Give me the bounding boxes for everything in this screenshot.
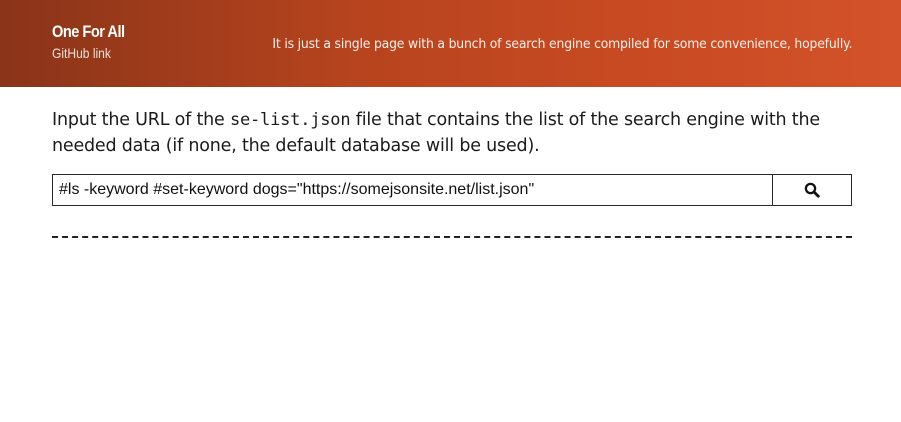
intro-text: Input the URL of the se-list.json file t… [52,107,852,159]
page-header: One For All GitHub link It is just a sin… [0,0,901,87]
search-icon [804,182,820,198]
brand: One For All GitHub link [52,20,136,62]
intro-prefix: Input the URL of the [52,110,230,130]
search-bar [52,174,852,206]
dashed-divider [52,236,852,238]
intro-filename: se-list.json [229,110,351,130]
search-button[interactable] [772,175,851,205]
site-tagline: It is just a single page with a bunch of… [272,36,852,52]
search-input[interactable] [53,175,772,205]
site-title: One For All [52,22,125,41]
github-link[interactable]: GitHub link [52,44,125,62]
